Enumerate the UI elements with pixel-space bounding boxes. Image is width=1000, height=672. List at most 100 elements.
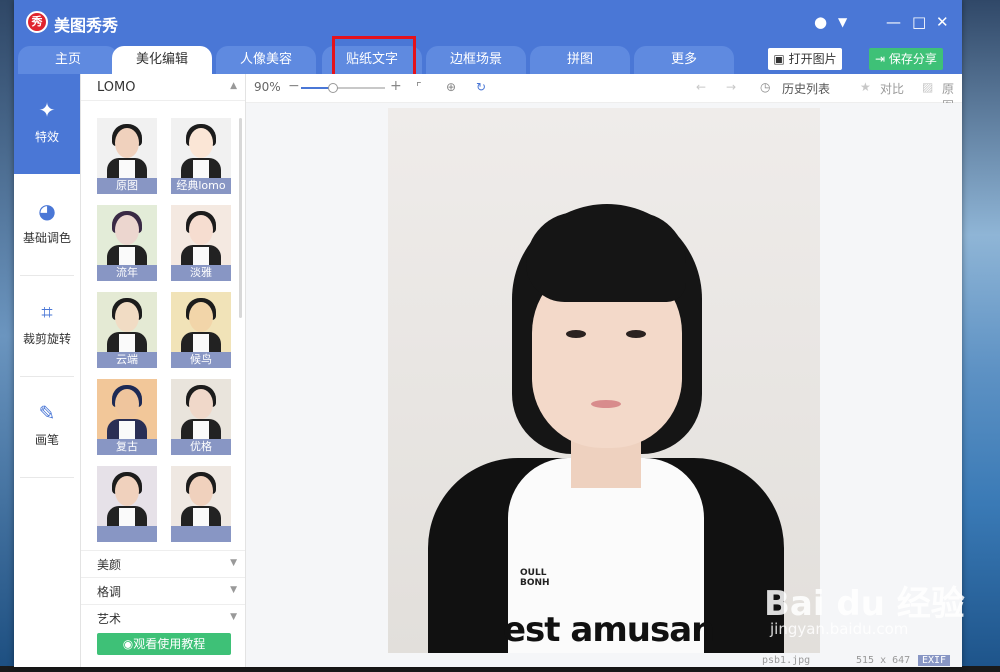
expand-caret-icon[interactable]: ▼: [230, 612, 237, 622]
section-style[interactable]: 格调: [97, 583, 121, 600]
zoom-in-icon[interactable]: +: [390, 78, 402, 94]
panel-divider: [81, 604, 245, 605]
panel-scrollbar[interactable]: [239, 118, 242, 318]
nav-label: 裁剪旋转: [22, 332, 71, 346]
effect-thumb-yunduan[interactable]: 云端: [97, 292, 157, 368]
magic-wand-icon: ✦: [38, 98, 56, 122]
expand-caret-icon[interactable]: ▼: [230, 585, 237, 595]
nav-item-basic-color[interactable]: ◕ 基础调色: [14, 175, 80, 275]
status-bar: psb1.jpg 515 x 647 EXIF: [246, 655, 962, 667]
compare-icon[interactable]: ★: [860, 80, 871, 94]
effect-thumb-original[interactable]: 原图: [97, 118, 157, 194]
effect-thumb-danya[interactable]: 淡雅: [171, 205, 231, 281]
thumb-label: 优格: [171, 439, 231, 455]
maximize-button[interactable]: □: [912, 12, 926, 32]
panel-divider: [81, 577, 245, 578]
chat-icon[interactable]: ●: [814, 12, 827, 32]
file-name: psb1.jpg: [762, 655, 811, 666]
tab-collage[interactable]: 拼图: [530, 46, 630, 74]
panel-divider: [81, 550, 245, 551]
watch-tutorial-button[interactable]: ◉观看使用教程: [97, 633, 231, 655]
wallpaper-right-strip: [962, 0, 1000, 672]
thumb-label: 复古: [97, 439, 157, 455]
menu-dropdown-icon[interactable]: ▼: [838, 12, 847, 32]
collapse-caret-icon[interactable]: ▲: [230, 81, 237, 91]
app-window: 秀 美图秀秀 ● ▼ — □ ✕ 主页 美化编辑 人像美容 贴纸文字 边框场景 …: [14, 0, 962, 667]
photo-eye-left: [566, 330, 586, 338]
thumb-label: 云端: [97, 352, 157, 368]
left-nav: ✦ 特效 ◕ 基础调色 ⌗ 裁剪旋转 ✎ 画笔: [14, 74, 81, 667]
thumb-label: 原图: [97, 178, 157, 194]
compare-button[interactable]: 对比: [880, 80, 904, 97]
tutorial-label: 观看使用教程: [133, 637, 206, 651]
thumb-label: [171, 526, 231, 542]
effect-thumb-9[interactable]: [97, 466, 157, 542]
shirt-print-small: OULL BONH: [520, 568, 550, 588]
close-button[interactable]: ✕: [936, 12, 949, 32]
thumb-label: [97, 526, 157, 542]
effect-thumb-liunian[interactable]: 流年: [97, 205, 157, 281]
effect-thumb-fugu[interactable]: 复古: [97, 379, 157, 455]
tab-portrait[interactable]: 人像美容: [216, 46, 316, 74]
undo-icon[interactable]: ←: [696, 80, 706, 94]
image-icon: ▣: [773, 52, 789, 66]
effect-thumb-houniao[interactable]: 候鸟: [171, 292, 231, 368]
photo-fringe: [526, 212, 686, 302]
clock-icon: ◷: [760, 80, 771, 94]
tab-home[interactable]: 主页: [18, 46, 118, 74]
shirt-print-large: est amusan: [503, 610, 715, 650]
save-share-label: 保存分享: [888, 52, 937, 66]
thumb-label: 经典lomo: [171, 178, 231, 194]
nav-item-effects[interactable]: ✦ 特效: [14, 74, 80, 174]
nav-divider: [20, 477, 74, 478]
tab-beautify-edit[interactable]: 美化编辑: [112, 46, 212, 74]
brush-icon: ✎: [38, 401, 56, 425]
app-logo-icon: 秀: [26, 11, 48, 33]
palette-icon: ◕: [38, 199, 56, 223]
eye-icon: ◉: [122, 637, 134, 651]
open-image-button[interactable]: ▣ 打开图片: [768, 48, 842, 70]
zoom-level: 90%: [254, 80, 281, 94]
tab-more[interactable]: 更多: [634, 46, 734, 74]
watermark-brand: Bai du 经验: [764, 584, 965, 624]
zoom-slider-knob[interactable]: [328, 83, 338, 93]
app-title: 美图秀秀: [54, 16, 119, 35]
thumb-label: 流年: [97, 265, 157, 281]
minimize-button[interactable]: —: [886, 12, 901, 32]
zoom-out-icon[interactable]: −: [288, 78, 300, 94]
section-art[interactable]: 艺术: [97, 610, 121, 627]
edited-photo[interactable]: OULL BONH est amusan: [388, 108, 820, 653]
wallpaper-left-strip: [0, 0, 14, 672]
tab-frame-scene[interactable]: 边框场景: [426, 46, 526, 74]
open-image-label: 打开图片: [788, 52, 837, 66]
history-list-button[interactable]: 历史列表: [782, 80, 830, 97]
nav-label: 特效: [34, 130, 59, 144]
photo-eye-right: [626, 330, 646, 338]
section-beauty[interactable]: 美颜: [97, 556, 121, 573]
title-bar: 秀 美图秀秀 ● ▼ — □ ✕: [14, 0, 962, 44]
exif-button[interactable]: EXIF: [918, 655, 951, 666]
effects-panel: LOMO ▲ 原图 经典lomo 流年 淡雅 云端 候鸟 复古 优格 美颜 ▼ …: [81, 74, 246, 667]
fit-screen-icon[interactable]: ⌜: [416, 80, 422, 94]
effect-thumb-classic-lomo[interactable]: 经典lomo: [171, 118, 231, 194]
original-image-icon[interactable]: ▨: [922, 80, 933, 94]
image-dimensions: 515 x 647: [856, 655, 911, 666]
photo-lips: [591, 400, 621, 408]
save-share-button[interactable]: ⇥ 保存分享: [869, 48, 943, 70]
nav-item-brush[interactable]: ✎ 画笔: [14, 377, 80, 477]
zoom-slider[interactable]: [301, 83, 385, 93]
export-icon: ⇥: [875, 52, 889, 66]
effect-thumb-10[interactable]: [171, 466, 231, 542]
panel-divider: [81, 100, 245, 101]
thumb-label: 淡雅: [171, 265, 231, 281]
nav-item-crop-rotate[interactable]: ⌗ 裁剪旋转: [14, 276, 80, 376]
baidu-watermark: Bai du 经验 jingyan.baidu.com: [764, 576, 965, 638]
expand-caret-icon[interactable]: ▼: [230, 558, 237, 568]
actual-size-icon[interactable]: ⊕: [446, 80, 456, 94]
thumb-label: 候鸟: [171, 352, 231, 368]
effect-thumb-youge[interactable]: 优格: [171, 379, 231, 455]
redo-icon[interactable]: →: [726, 80, 736, 94]
watermark-url: jingyan.baidu.com: [770, 620, 909, 638]
rotate-icon[interactable]: ↻: [476, 80, 486, 94]
nav-label: 基础调色: [22, 231, 71, 245]
